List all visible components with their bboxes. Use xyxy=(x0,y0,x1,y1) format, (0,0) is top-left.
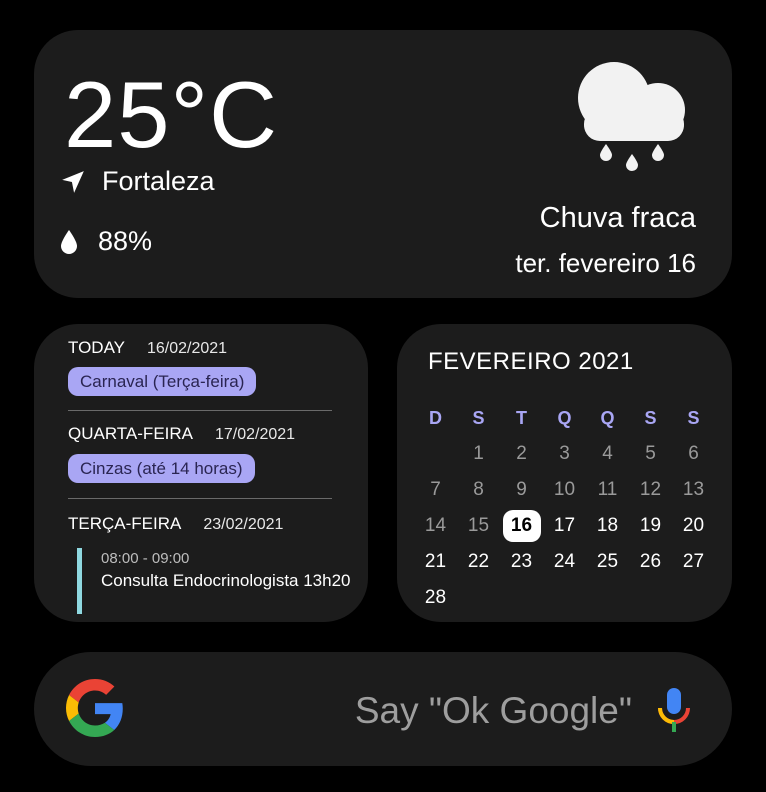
calendar-day[interactable]: 11 xyxy=(586,472,629,508)
agenda-section-header: TERÇA-FEIRA 23/02/2021 xyxy=(68,514,283,534)
location-arrow-icon xyxy=(62,170,84,193)
weekday-header: S xyxy=(687,407,700,428)
divider xyxy=(68,498,332,499)
event-time[interactable]: 08:00 - 09:00 xyxy=(101,550,189,567)
agenda-date: 17/02/2021 xyxy=(215,426,296,443)
calendar-day[interactable]: 23 xyxy=(500,544,543,580)
calendar-day[interactable]: 7 xyxy=(414,472,457,508)
agenda-day-label: TERÇA-FEIRA xyxy=(68,514,182,533)
calendar-day[interactable]: 27 xyxy=(672,544,715,580)
calendar-day[interactable]: 9 xyxy=(500,472,543,508)
weekday-header: Q xyxy=(557,407,572,428)
calendar-grid: D S T Q Q S S 1 2 3 4 5 6 7 8 9 10 11 12 13 14 15 16 17 18 19 20 21… xyxy=(414,400,716,616)
calendar-day[interactable]: 8 xyxy=(457,472,500,508)
today-label: 16 xyxy=(502,510,541,542)
weekday-header: S xyxy=(472,407,485,428)
agenda-event[interactable]: Carnaval (Terça-feira) xyxy=(68,367,257,396)
location-row: Fortaleza xyxy=(60,166,215,197)
calendar-day[interactable]: 26 xyxy=(629,544,672,580)
agenda-date: 23/02/2021 xyxy=(203,516,284,533)
agenda-date: 16/02/2021 xyxy=(147,340,228,357)
calendar-month-title: FEVEREIRO 2021 xyxy=(428,348,634,375)
calendar-day[interactable]: 12 xyxy=(629,472,672,508)
weather-condition: Chuva fraca xyxy=(539,202,696,234)
location-name: Fortaleza xyxy=(102,166,215,196)
calendar-day[interactable]: 18 xyxy=(586,508,629,544)
calendar-day[interactable]: 22 xyxy=(457,544,500,580)
calendar-day[interactable]: 19 xyxy=(629,508,672,544)
calendar-day[interactable]: 3 xyxy=(543,436,586,472)
divider xyxy=(68,410,332,411)
calendar-day[interactable]: 14 xyxy=(414,508,457,544)
agenda-event[interactable]: Cinzas (até 14 horas) xyxy=(68,454,255,483)
agenda-day-label: QUARTA-FEIRA xyxy=(68,424,193,443)
temperature: 25°C xyxy=(64,62,279,167)
weekday-header: D xyxy=(429,407,442,428)
calendar-day[interactable]: 20 xyxy=(672,508,715,544)
agenda-section-header: QUARTA-FEIRA 17/02/2021 xyxy=(68,424,295,444)
agenda-day-label: TODAY xyxy=(68,338,125,357)
calendar-day[interactable]: 24 xyxy=(543,544,586,580)
calendar-day[interactable]: 6 xyxy=(672,436,715,472)
google-search-bar[interactable]: Say "Ok Google" xyxy=(34,652,732,766)
google-g-icon xyxy=(66,679,123,737)
cloud-rain-icon xyxy=(578,62,685,171)
microphone-icon[interactable] xyxy=(656,686,692,734)
calendar-day[interactable]: 15 xyxy=(457,508,500,544)
calendar-day[interactable]: 4 xyxy=(586,436,629,472)
weekday-header: T xyxy=(516,407,527,428)
search-hint[interactable]: Say "Ok Google" xyxy=(355,690,632,732)
calendar-day[interactable]: 1 xyxy=(457,436,500,472)
calendar-day-today[interactable]: 16 xyxy=(500,508,543,544)
agenda-section-header: TODAY 16/02/2021 xyxy=(68,338,227,358)
calendar-day[interactable]: 10 xyxy=(543,472,586,508)
weather-widget[interactable]: 25°C Fortaleza 88% Chuva fraca ter. feve… xyxy=(34,30,732,298)
event-color-bar xyxy=(77,548,82,614)
calendar-day[interactable]: 17 xyxy=(543,508,586,544)
humidity-row: 88% xyxy=(60,226,152,257)
calendar-day[interactable]: 28 xyxy=(414,580,457,616)
calendar-day[interactable]: 25 xyxy=(586,544,629,580)
calendar-day[interactable]: 13 xyxy=(672,472,715,508)
droplet-icon xyxy=(61,229,77,254)
weather-date: ter. fevereiro 16 xyxy=(515,248,696,278)
calendar-day[interactable]: 5 xyxy=(629,436,672,472)
weekday-header: S xyxy=(644,407,657,428)
calendar-widget[interactable]: FEVEREIRO 2021 D S T Q Q S S 1 2 3 4 5 6 7 8 9 10 11 12 13 1… xyxy=(397,324,732,622)
event-title[interactable]: Consulta Endocrinologista 13h20 xyxy=(101,570,351,592)
calendar-day[interactable]: 2 xyxy=(500,436,543,472)
weekday-header: Q xyxy=(600,407,615,428)
humidity-value: 88% xyxy=(98,226,153,256)
empty-cell xyxy=(414,436,457,472)
agenda-widget[interactable]: TODAY 16/02/2021 Carnaval (Terça-feira) … xyxy=(34,324,368,622)
calendar-day[interactable]: 21 xyxy=(414,544,457,580)
